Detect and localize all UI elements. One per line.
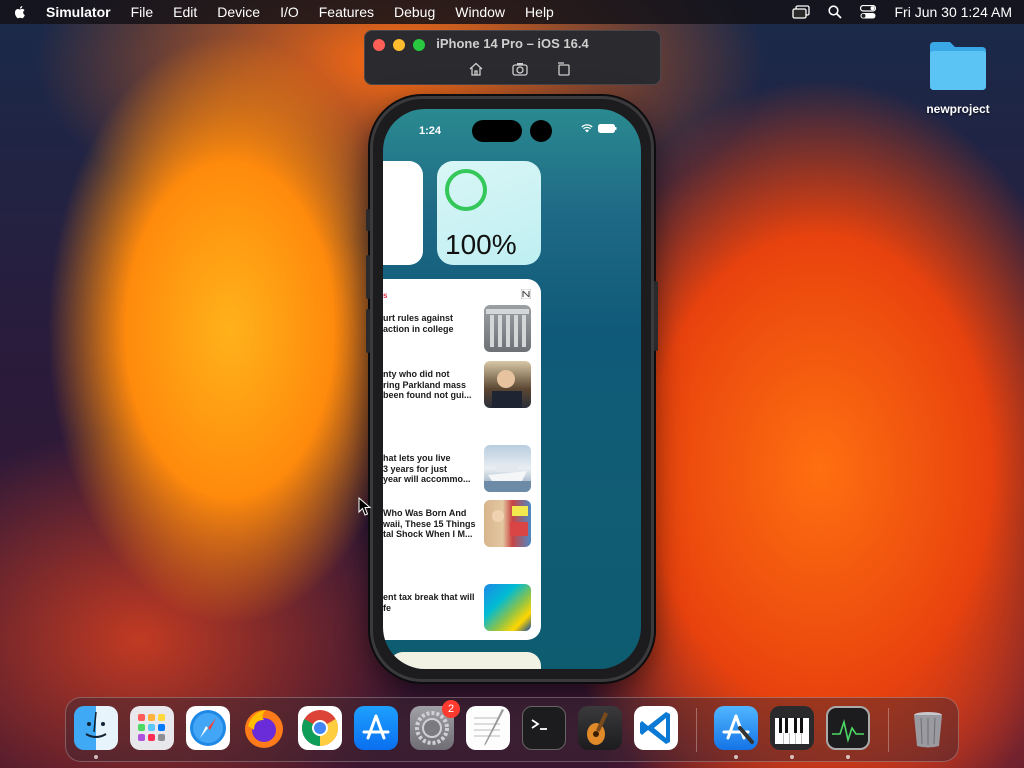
home-icon[interactable]	[467, 60, 485, 78]
front-camera	[530, 120, 552, 142]
news-headline: nty who did not ring Parkland mass been …	[383, 369, 472, 400]
dynamic-island	[472, 120, 522, 142]
dock-running-indicator	[846, 755, 850, 759]
dock-running-indicator	[790, 755, 794, 759]
menu-io[interactable]: I/O	[280, 4, 299, 20]
notification-badge: 2	[442, 700, 460, 718]
textedit-icon[interactable]	[466, 706, 510, 750]
trash-icon[interactable]	[906, 706, 950, 750]
news-widget[interactable]: s urt rules against action in college nt…	[383, 279, 541, 640]
news-widget-header: s	[383, 291, 388, 300]
launchpad-icon[interactable]	[130, 706, 174, 750]
screen-mirroring-icon[interactable]	[792, 5, 811, 19]
dock-running-indicator	[94, 755, 98, 759]
piano-icon[interactable]	[770, 706, 814, 750]
menu-debug[interactable]: Debug	[394, 4, 435, 20]
widget-partial-bottom[interactable]	[389, 652, 541, 669]
battery-icon	[598, 124, 617, 133]
desktop-folder-newproject[interactable]: newproject	[920, 38, 996, 116]
news-headline: urt rules against action in college	[383, 313, 454, 334]
simulator-window-toolbar: iPhone 14 Pro – iOS 16.4	[364, 30, 661, 85]
activity-monitor-icon[interactable]	[826, 706, 870, 750]
news-item[interactable]: hat lets you live 3 years for just year …	[383, 445, 541, 493]
menubar-clock[interactable]: Fri Jun 30 1:24 AM	[894, 4, 1012, 20]
vscode-icon[interactable]	[634, 706, 678, 750]
menu-window[interactable]: Window	[455, 4, 505, 20]
news-item[interactable]: Who Was Born And waii, These 15 Things t…	[383, 500, 541, 548]
rotate-icon[interactable]	[555, 60, 573, 78]
menu-edit[interactable]: Edit	[173, 4, 197, 20]
news-headline: ent tax break that will fe	[383, 592, 475, 613]
settings-icon[interactable]: 2	[410, 700, 460, 750]
dock-running-indicator	[734, 755, 738, 759]
menu-simulator[interactable]: Simulator	[46, 4, 111, 20]
simulator-window-title: iPhone 14 Pro – iOS 16.4	[436, 36, 589, 51]
apple-news-icon	[521, 289, 531, 299]
chrome-icon[interactable]	[298, 706, 342, 750]
finder-icon[interactable]	[74, 706, 118, 750]
widget-partial-left[interactable]	[383, 161, 423, 265]
volume-up-button[interactable]	[366, 255, 370, 299]
firefox-icon[interactable]	[242, 706, 286, 750]
volume-down-button[interactable]	[366, 309, 370, 353]
wifi-icon	[581, 124, 593, 133]
menu-bar: Simulator File Edit Device I/O Features …	[0, 0, 1024, 24]
news-thumbnail	[484, 584, 531, 631]
dock-separator	[696, 708, 697, 752]
news-headline: Who Was Born And waii, These 15 Things t…	[383, 508, 476, 539]
news-item[interactable]: ent tax break that will fe	[383, 584, 541, 632]
folder-icon	[930, 42, 986, 90]
terminal-icon[interactable]	[522, 706, 566, 750]
menu-file[interactable]: File	[131, 4, 154, 20]
iphone-screen[interactable]: 1:24 100% s urt rules against action in …	[383, 109, 641, 669]
dock-separator	[888, 708, 889, 752]
app-store-icon[interactable]	[354, 706, 398, 750]
menu-help[interactable]: Help	[525, 4, 554, 20]
news-thumbnail	[484, 361, 531, 408]
news-thumbnail	[484, 445, 531, 492]
action-button[interactable]	[366, 209, 370, 231]
status-bar-time: 1:24	[419, 125, 442, 137]
iphone-simulator-device: 1:24 100% s urt rules against action in …	[366, 96, 658, 682]
battery-level-ring	[445, 169, 487, 211]
news-thumbnail	[484, 305, 531, 352]
spotlight-search-icon[interactable]	[828, 5, 843, 19]
mouse-cursor-icon	[358, 497, 372, 516]
apple-icon[interactable]	[12, 4, 28, 20]
screenshot-icon[interactable]	[511, 60, 529, 78]
news-thumbnail	[484, 500, 531, 547]
folder-label: newproject	[926, 102, 990, 116]
news-headline: hat lets you live 3 years for just year …	[383, 453, 471, 484]
batteries-widget[interactable]: 100%	[437, 161, 541, 265]
xcode-icon[interactable]	[714, 706, 758, 750]
safari-icon[interactable]	[186, 706, 230, 750]
menu-device[interactable]: Device	[217, 4, 260, 20]
news-item[interactable]: urt rules against action in college	[383, 305, 541, 353]
power-button[interactable]	[654, 281, 658, 351]
dock: 2	[65, 697, 959, 762]
menu-features[interactable]: Features	[319, 4, 374, 20]
news-item[interactable]: nty who did not ring Parkland mass been …	[383, 361, 541, 409]
battery-percentage: 100%	[445, 229, 517, 260]
garageband-icon[interactable]	[578, 706, 622, 750]
control-center-icon[interactable]	[860, 5, 877, 19]
